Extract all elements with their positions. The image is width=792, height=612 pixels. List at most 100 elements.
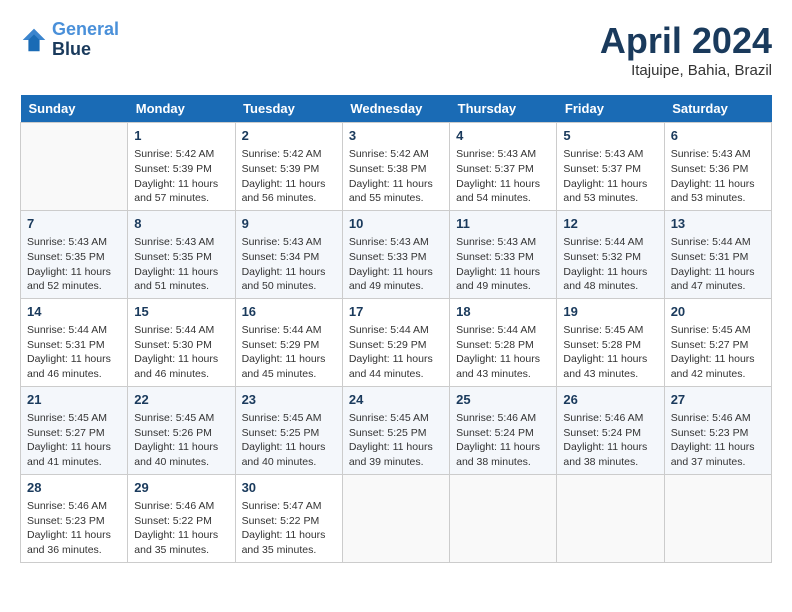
day-number: 20 bbox=[671, 303, 765, 321]
table-row bbox=[557, 474, 664, 562]
sunset-text: Sunset: 5:23 PM bbox=[671, 427, 749, 439]
sunset-text: Sunset: 5:30 PM bbox=[134, 339, 212, 351]
sunrise-text: Sunrise: 5:42 AM bbox=[134, 148, 214, 160]
table-row: 2Sunrise: 5:42 AMSunset: 5:39 PMDaylight… bbox=[235, 123, 342, 211]
daylight-text: Daylight: 11 hours and 49 minutes. bbox=[456, 266, 540, 293]
sunset-text: Sunset: 5:27 PM bbox=[27, 427, 105, 439]
day-number: 13 bbox=[671, 215, 765, 233]
day-number: 6 bbox=[671, 127, 765, 145]
sunrise-text: Sunrise: 5:43 AM bbox=[671, 148, 751, 160]
sunset-text: Sunset: 5:38 PM bbox=[349, 163, 427, 175]
sunrise-text: Sunrise: 5:44 AM bbox=[242, 324, 322, 336]
table-row: 3 Sunrise: 5:42 AM Sunset: 5:38 PM Daylight… bbox=[342, 123, 449, 211]
table-row: 27Sunrise: 5:46 AMSunset: 5:23 PMDayligh… bbox=[664, 386, 771, 474]
table-row: 8Sunrise: 5:43 AMSunset: 5:35 PMDaylight… bbox=[128, 210, 235, 298]
sunrise-text: Sunrise: 5:44 AM bbox=[349, 324, 429, 336]
sunset-text: Sunset: 5:24 PM bbox=[456, 427, 534, 439]
header-sunday: Sunday bbox=[21, 95, 128, 123]
sunset-text: Sunset: 5:35 PM bbox=[134, 251, 212, 263]
daylight-text: Daylight: 11 hours and 39 minutes. bbox=[349, 441, 433, 468]
sunset-text: Sunset: 5:28 PM bbox=[563, 339, 641, 351]
daylight-text: Daylight: 11 hours and 55 minutes. bbox=[349, 178, 433, 205]
daylight-text: Daylight: 11 hours and 47 minutes. bbox=[671, 266, 755, 293]
daylight-text: Daylight: 11 hours and 56 minutes. bbox=[242, 178, 326, 205]
sunrise-text: Sunrise: 5:42 AM bbox=[242, 148, 322, 160]
table-row: 5Sunrise: 5:43 AMSunset: 5:37 PMDaylight… bbox=[557, 123, 664, 211]
table-row: 13Sunrise: 5:44 AMSunset: 5:31 PMDayligh… bbox=[664, 210, 771, 298]
sunrise-text: Sunrise: 5:45 AM bbox=[242, 412, 322, 424]
week-row-3: 14Sunrise: 5:44 AMSunset: 5:31 PMDayligh… bbox=[21, 298, 772, 386]
sunrise-text: Sunrise: 5:44 AM bbox=[134, 324, 214, 336]
daylight-text: Daylight: 11 hours and 45 minutes. bbox=[242, 353, 326, 380]
day-number: 26 bbox=[563, 391, 657, 409]
daylight-text: Daylight: 11 hours and 37 minutes. bbox=[671, 441, 755, 468]
table-row: 20Sunrise: 5:45 AMSunset: 5:27 PMDayligh… bbox=[664, 298, 771, 386]
sunrise-text: Sunrise: 5:46 AM bbox=[456, 412, 536, 424]
table-row: 4Sunrise: 5:43 AMSunset: 5:37 PMDaylight… bbox=[450, 123, 557, 211]
sunset-text: Sunset: 5:33 PM bbox=[456, 251, 534, 263]
week-row-4: 21 Sunrise: 5:45 AM Sunset: 5:27 PM Dayligh… bbox=[21, 386, 772, 474]
sunrise-text: Sunrise: 5:45 AM bbox=[134, 412, 214, 424]
day-number: 17 bbox=[349, 303, 443, 321]
header-tuesday: Tuesday bbox=[235, 95, 342, 123]
header-thursday: Thursday bbox=[450, 95, 557, 123]
daylight-text: Daylight: 11 hours and 57 minutes. bbox=[134, 178, 218, 205]
table-row bbox=[450, 474, 557, 562]
sunrise-text: Sunrise: 5:43 AM bbox=[456, 236, 536, 248]
table-row: 24Sunrise: 5:45 AMSunset: 5:25 PMDayligh… bbox=[342, 386, 449, 474]
day-number: 11 bbox=[456, 215, 550, 233]
calendar-table: SundayMondayTuesdayWednesdayThursdayFrid… bbox=[20, 95, 772, 563]
day-number: 25 bbox=[456, 391, 550, 409]
sunset-text: Sunset: 5:26 PM bbox=[134, 427, 212, 439]
table-row: 26Sunrise: 5:46 AMSunset: 5:24 PMDayligh… bbox=[557, 386, 664, 474]
table-row: 15Sunrise: 5:44 AMSunset: 5:30 PMDayligh… bbox=[128, 298, 235, 386]
sunrise-text: Sunrise: 5:42 AM bbox=[349, 148, 429, 160]
sunrise-text: Sunrise: 5:46 AM bbox=[27, 500, 107, 512]
daylight-text: Daylight: 11 hours and 48 minutes. bbox=[563, 266, 647, 293]
sunrise-text: Sunrise: 5:43 AM bbox=[563, 148, 643, 160]
table-row: 25Sunrise: 5:46 AMSunset: 5:24 PMDayligh… bbox=[450, 386, 557, 474]
sunrise-text: Sunrise: 5:43 AM bbox=[27, 236, 107, 248]
sunset-text: Sunset: 5:34 PM bbox=[242, 251, 320, 263]
daylight-text: Daylight: 11 hours and 42 minutes. bbox=[671, 353, 755, 380]
table-row: 19Sunrise: 5:45 AMSunset: 5:28 PMDayligh… bbox=[557, 298, 664, 386]
logo: GeneralBlue bbox=[20, 20, 119, 60]
day-number: 27 bbox=[671, 391, 765, 409]
sunset-text: Sunset: 5:29 PM bbox=[242, 339, 320, 351]
sunrise-text: Sunrise: 5:43 AM bbox=[456, 148, 536, 160]
sunrise-text: Sunrise: 5:45 AM bbox=[27, 412, 107, 424]
sunrise-text: Sunrise: 5:47 AM bbox=[242, 500, 322, 512]
table-row: 22Sunrise: 5:45 AMSunset: 5:26 PMDayligh… bbox=[128, 386, 235, 474]
sunrise-text: Sunrise: 5:44 AM bbox=[27, 324, 107, 336]
daylight-text: Daylight: 11 hours and 43 minutes. bbox=[456, 353, 540, 380]
sunrise-text: Sunrise: 5:43 AM bbox=[134, 236, 214, 248]
table-row: 14Sunrise: 5:44 AMSunset: 5:31 PMDayligh… bbox=[21, 298, 128, 386]
header-monday: Monday bbox=[128, 95, 235, 123]
sunset-text: Sunset: 5:32 PM bbox=[563, 251, 641, 263]
week-row-1: 1Sunrise: 5:42 AMSunset: 5:39 PMDaylight… bbox=[21, 123, 772, 211]
daylight-text: Daylight: 11 hours and 50 minutes. bbox=[242, 266, 326, 293]
day-number: 3 bbox=[349, 127, 443, 145]
table-row: 10Sunrise: 5:43 AMSunset: 5:33 PMDayligh… bbox=[342, 210, 449, 298]
table-row: 11 Sunrise: 5:43 AM Sunset: 5:33 PM Dayligh… bbox=[450, 210, 557, 298]
table-row bbox=[342, 474, 449, 562]
day-number: 22 bbox=[134, 391, 228, 409]
table-row: 16Sunrise: 5:44 AMSunset: 5:29 PMDayligh… bbox=[235, 298, 342, 386]
sunset-text: Sunset: 5:25 PM bbox=[349, 427, 427, 439]
day-number: 5 bbox=[563, 127, 657, 145]
sunset-text: Sunset: 5:27 PM bbox=[671, 339, 749, 351]
sunset-text: Sunset: 5:39 PM bbox=[134, 163, 212, 175]
daylight-text: Daylight: 11 hours and 41 minutes. bbox=[27, 441, 111, 468]
daylight-text: Daylight: 11 hours and 43 minutes. bbox=[563, 353, 647, 380]
day-number: 4 bbox=[456, 127, 550, 145]
sunset-text: Sunset: 5:37 PM bbox=[456, 163, 534, 175]
sunset-text: Sunset: 5:24 PM bbox=[563, 427, 641, 439]
daylight-text: Daylight: 11 hours and 35 minutes. bbox=[242, 529, 326, 556]
day-number: 7 bbox=[27, 215, 121, 233]
header-friday: Friday bbox=[557, 95, 664, 123]
day-number: 21 bbox=[27, 391, 121, 409]
day-number: 29 bbox=[134, 479, 228, 497]
day-number: 24 bbox=[349, 391, 443, 409]
table-row bbox=[21, 123, 128, 211]
daylight-text: Daylight: 11 hours and 35 minutes. bbox=[134, 529, 218, 556]
